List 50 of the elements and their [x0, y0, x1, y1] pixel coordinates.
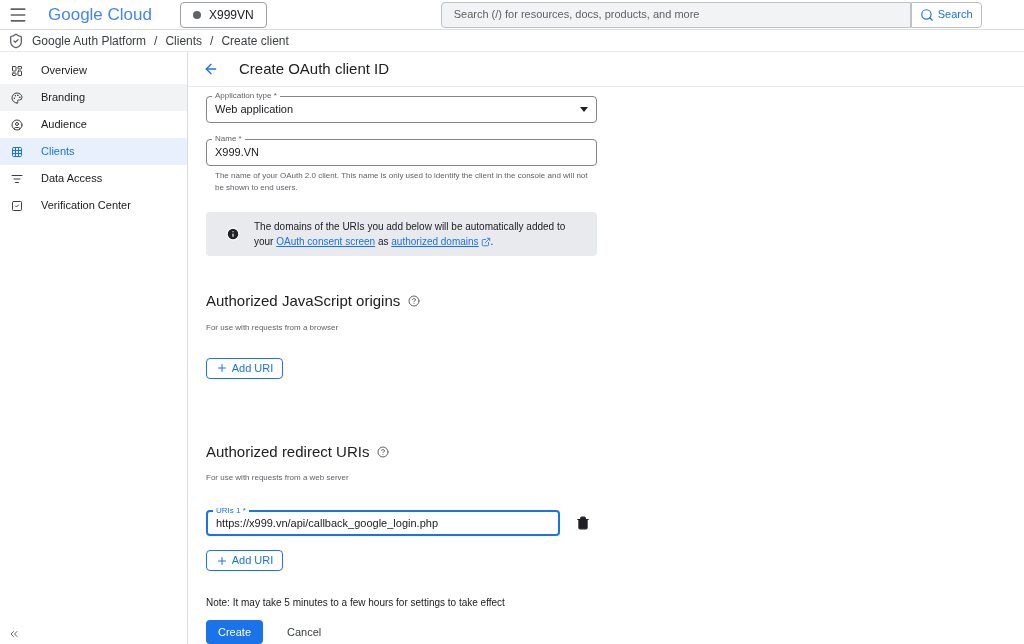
- breadcrumb-separator: /: [154, 32, 158, 50]
- sidebar-item[interactable]: Clients: [0, 138, 187, 165]
- name-field[interactable]: X999.VN: [215, 144, 588, 161]
- sidebar-item[interactable]: Audience: [0, 111, 187, 138]
- consent-screen-link[interactable]: OAuth consent screen: [276, 236, 376, 247]
- section-title: Authorized JavaScript origins: [206, 291, 401, 311]
- create-button[interactable]: Create: [206, 620, 264, 644]
- delete-icon[interactable]: [576, 516, 590, 530]
- search-icon: [919, 7, 934, 22]
- plus-icon: [215, 554, 228, 567]
- help-icon[interactable]: [377, 445, 390, 458]
- section-title: Authorized redirect URIs: [206, 441, 370, 462]
- project-picker[interactable]: X999VN: [179, 1, 267, 28]
- breadcrumb-link[interactable]: Google Auth Platform: [32, 31, 147, 50]
- search-box[interactable]: Search (/) for resources, docs, products, and more: [440, 1, 911, 28]
- name-hint: The name of your OAuth 2.0 client. This name is only used to identify the client in the console and will not be shown to end users.: [214, 170, 589, 194]
- breadcrumb-link[interactable]: Clients: [165, 31, 203, 50]
- sidebar-item[interactable]: Verification Center: [0, 192, 187, 219]
- section-subtitle: For use with requests from a web server: [206, 472, 350, 484]
- nav-icon: [11, 118, 23, 131]
- nav-icon: [11, 64, 23, 77]
- sidebar-item[interactable]: Overview: [0, 57, 187, 84]
- section-subtitle: For use with requests from a browser: [206, 321, 340, 334]
- shield-icon: [8, 32, 24, 49]
- nav-icon: [11, 199, 23, 212]
- note-text: Note: It may take 5 minutes to a few hours for settings to take effect: [206, 596, 506, 610]
- external-link-icon: [480, 237, 491, 248]
- add-uri-button[interactable]: Add URI: [206, 357, 283, 379]
- uri-field[interactable]: https://x999.vn/api/callback_google_login.php: [216, 514, 550, 532]
- nav-icon: [11, 145, 23, 158]
- nav-icon: [11, 172, 23, 185]
- sidebar-item[interactable]: Data Access: [0, 165, 187, 192]
- project-icon: [192, 10, 201, 19]
- nav-icon: [11, 91, 23, 104]
- add-uri-button[interactable]: Add URI: [206, 550, 283, 571]
- cancel-button[interactable]: Cancel: [275, 620, 334, 644]
- info-icon: [226, 227, 240, 241]
- search-button[interactable]: Search: [910, 1, 982, 28]
- logo[interactable]: Google Cloud: [48, 1, 152, 28]
- breadcrumb-separator: /: [210, 32, 214, 50]
- page-title: Create OAuth client ID: [239, 58, 390, 79]
- dropdown-caret-icon: [580, 107, 588, 112]
- sidebar-item[interactable]: Branding: [0, 84, 187, 111]
- plus-icon: [215, 362, 228, 374]
- breadcrumb-link[interactable]: Create client: [221, 31, 289, 50]
- collapse-icon[interactable]: [8, 628, 20, 640]
- info-text: The domains of the URIs you add below will be automatically added to your OAuth consent screen as authorized domains .: [254, 220, 567, 249]
- authorized-domains-link[interactable]: authorized domains: [391, 236, 491, 247]
- help-icon[interactable]: [408, 295, 421, 308]
- search-field[interactable]: Search (/) for resources, docs, products, and more: [453, 6, 898, 23]
